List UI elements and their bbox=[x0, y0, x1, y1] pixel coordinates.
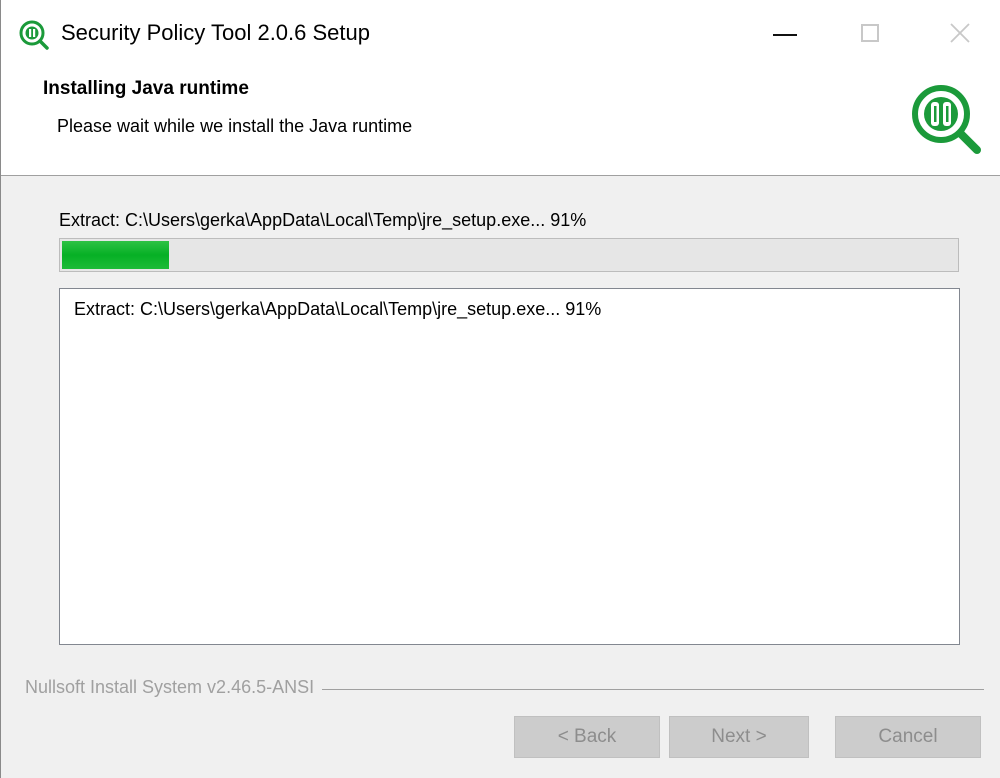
security-policy-tool-logo bbox=[912, 85, 981, 154]
close-icon bbox=[950, 23, 970, 43]
minimize-button[interactable] bbox=[755, 12, 815, 56]
progress-fill bbox=[62, 241, 169, 269]
title-bar[interactable]: Security Policy Tool 2.0.6 Setup bbox=[1, 0, 1000, 68]
security-policy-tool-icon bbox=[19, 20, 49, 50]
branding-text: Nullsoft Install System v2.46.5-ANSI bbox=[25, 677, 323, 698]
close-button[interactable] bbox=[929, 12, 989, 56]
back-button[interactable]: < Back bbox=[514, 716, 660, 758]
progress-bar bbox=[59, 238, 959, 272]
window-title: Security Policy Tool 2.0.6 Setup bbox=[61, 20, 370, 45]
page-title: Installing Java runtime bbox=[43, 78, 249, 99]
details-log[interactable]: Extract: C:\Users\gerka\AppData\Local\Te… bbox=[59, 288, 960, 645]
cancel-button[interactable]: Cancel bbox=[835, 716, 981, 758]
maximize-button[interactable] bbox=[841, 12, 901, 56]
installer-window: Security Policy Tool 2.0.6 Setup Install… bbox=[0, 0, 1000, 778]
page-subtitle: Please wait while we install the Java ru… bbox=[57, 116, 413, 136]
next-button[interactable]: Next > bbox=[669, 716, 809, 758]
status-text: Extract: C:\Users\gerka\AppData\Local\Te… bbox=[59, 210, 587, 230]
log-line: Extract: C:\Users\gerka\AppData\Local\Te… bbox=[74, 299, 602, 319]
page-header: Installing Java runtime Please wait whil… bbox=[1, 68, 1000, 176]
